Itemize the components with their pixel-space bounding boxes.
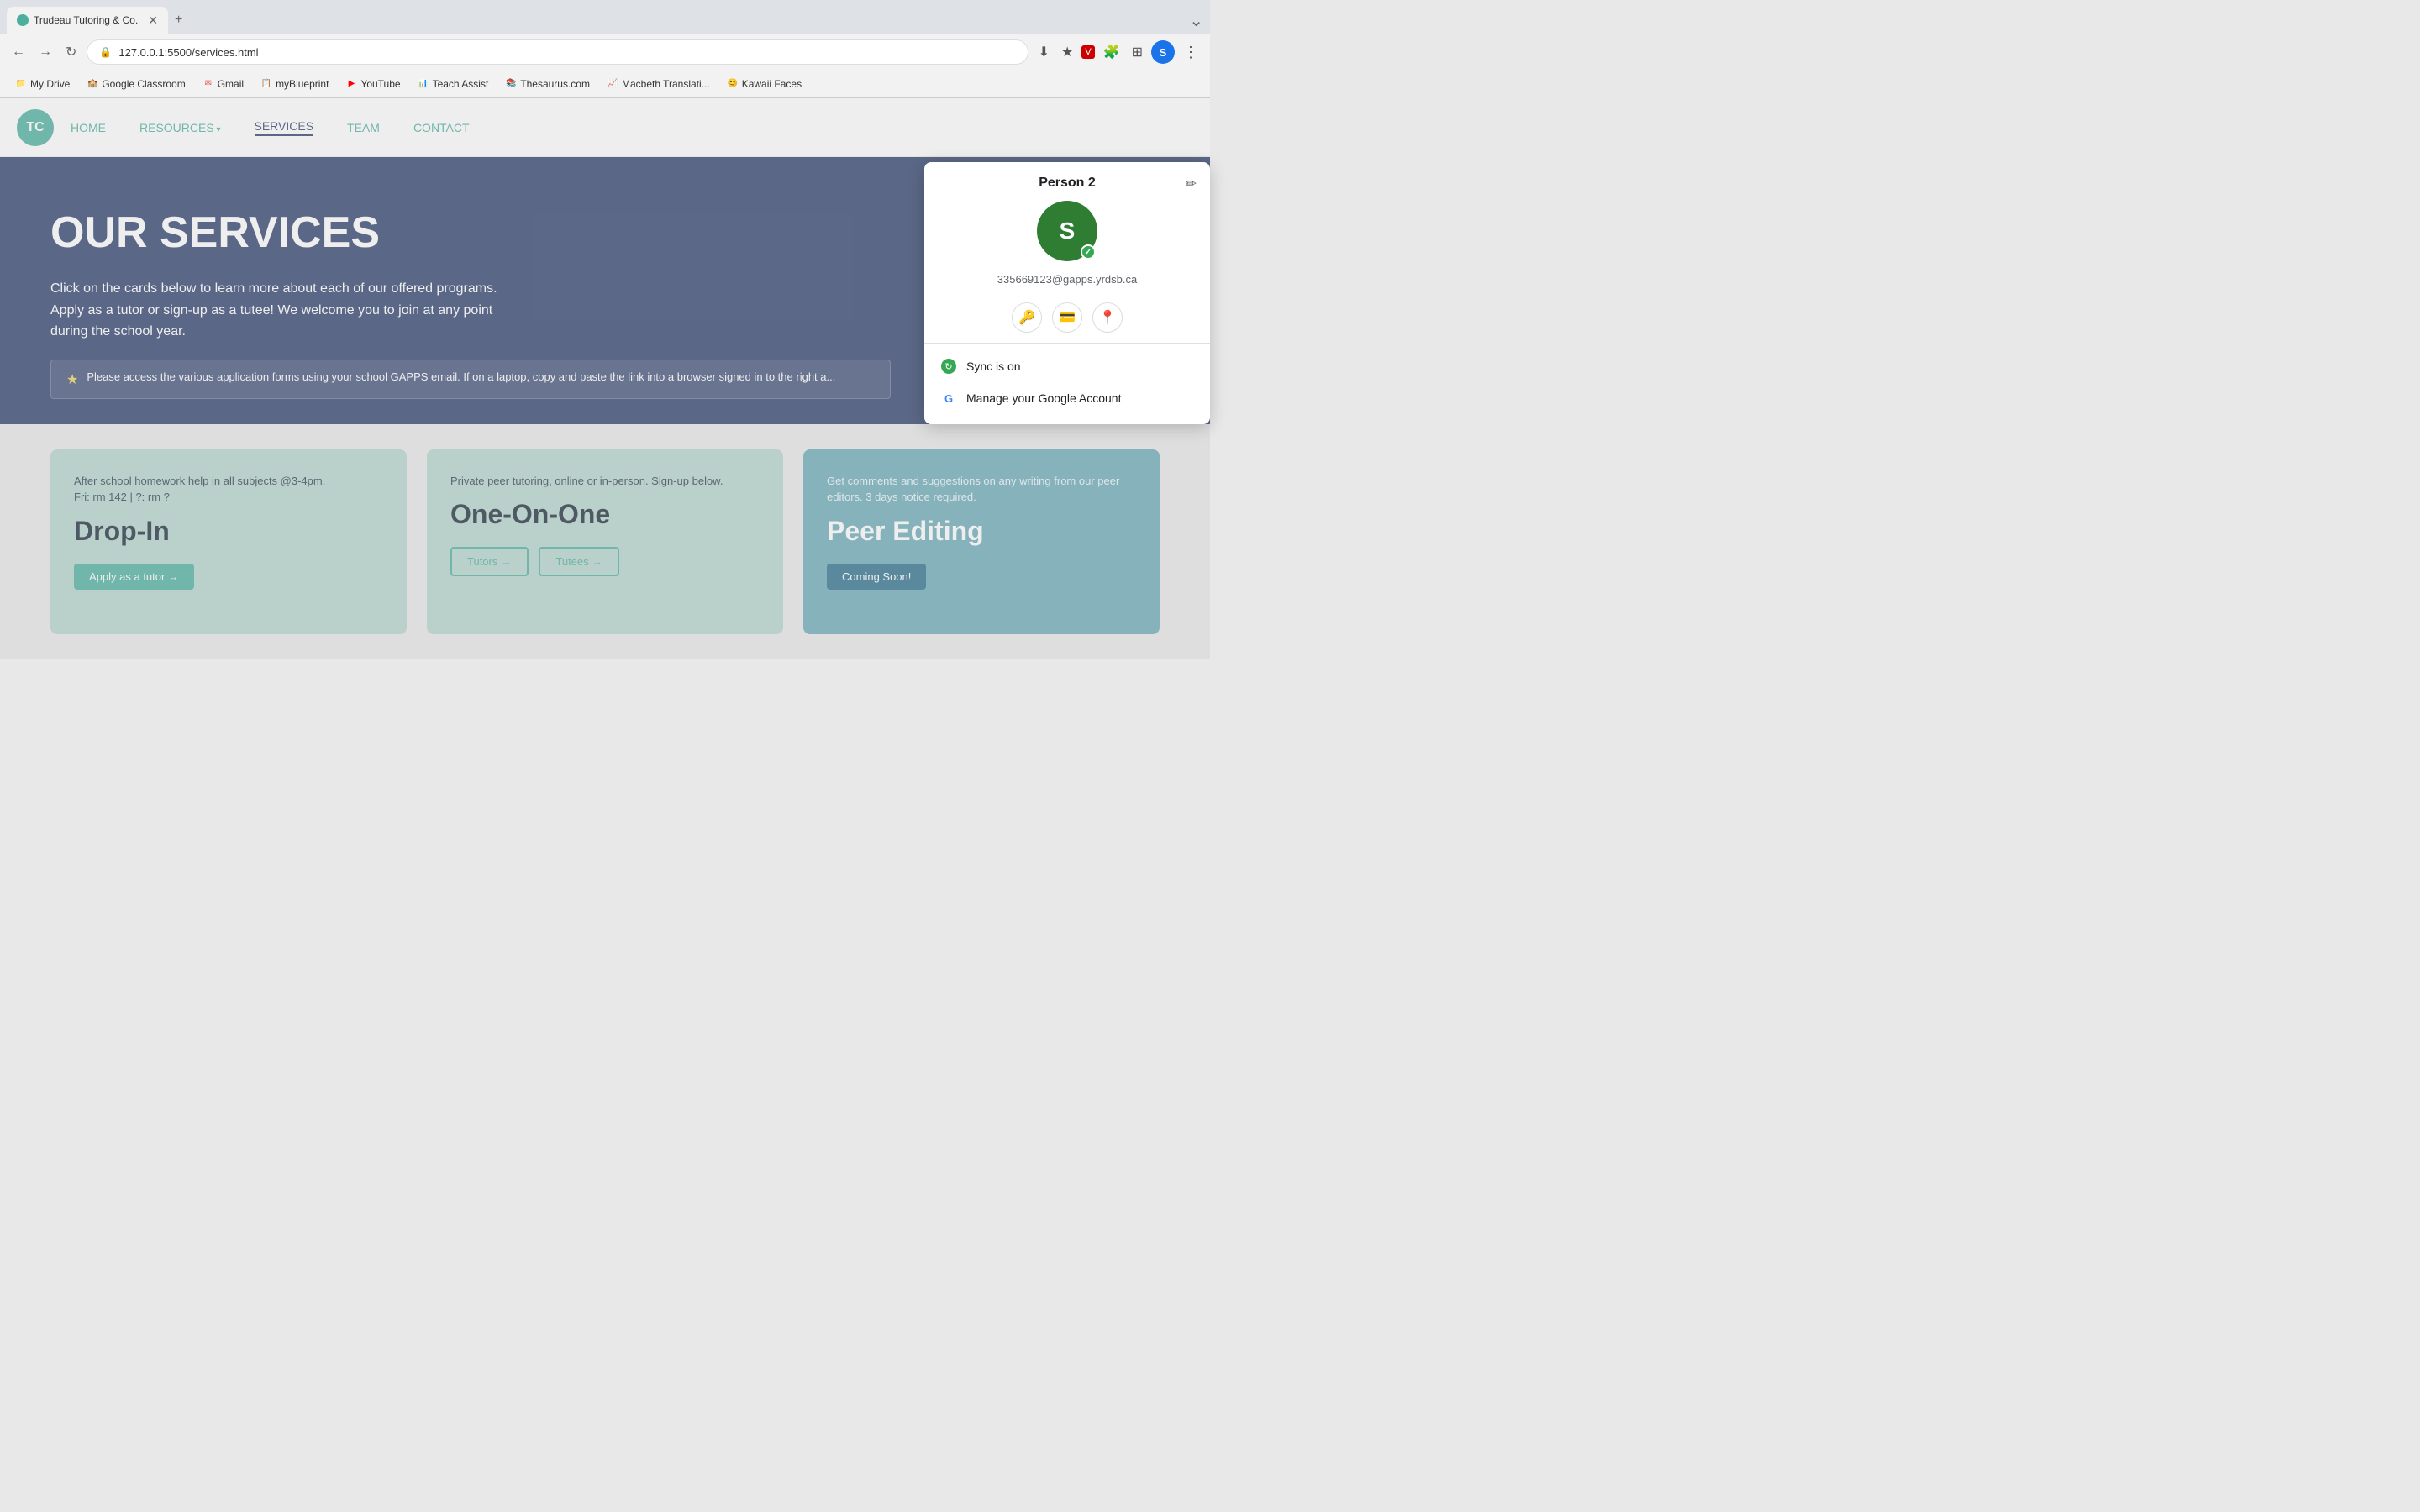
new-tab-button[interactable]: +	[168, 9, 189, 31]
active-tab[interactable]: Trudeau Tutoring & Co. ✕	[7, 7, 168, 34]
browser-minimize[interactable]: ⌄	[1189, 10, 1203, 31]
address-bar-row: ← → ↻ 🔒 127.0.0.1:5500/services.html ⬇ ★…	[0, 34, 1210, 71]
profile-icons-row: 🔑 💳 📍	[924, 296, 1210, 336]
bookmark-myblueprint[interactable]: 📋 myBlueprint	[254, 76, 335, 92]
avatar-sync-badge	[1081, 244, 1096, 260]
download-icon[interactable]: ⬇	[1035, 40, 1053, 64]
address-text: 127.0.0.1:5500/services.html	[118, 46, 258, 59]
sync-label: Sync is on	[966, 360, 1021, 373]
apply-as-tutor-button[interactable]: Apply as a tutor →	[74, 564, 194, 590]
nav-home[interactable]: HOME	[71, 121, 106, 134]
sync-status-item[interactable]: Sync is on	[924, 350, 1210, 382]
profile-dropdown-header: Person 2 S ✏ 335669123@gapps.yrdsb.ca	[924, 162, 1210, 296]
key-icon-button[interactable]: 🔑	[1012, 302, 1042, 333]
forward-button[interactable]: →	[35, 41, 55, 63]
lock-icon: 🔒	[99, 46, 112, 58]
site-nav: TC HOME RESOURCES SERVICES TEAM CONTACT	[0, 98, 1210, 157]
peer-editing-desc: Get comments and suggestions on any writ…	[827, 473, 1136, 506]
back-button[interactable]: ←	[8, 41, 29, 63]
browser-menu-icon[interactable]: ⊞	[1128, 40, 1146, 64]
tab-favicon	[17, 14, 29, 26]
peer-editing-card: Get comments and suggestions on any writ…	[803, 449, 1160, 634]
vimium-icon[interactable]: V	[1081, 45, 1094, 59]
drop-in-card: After school homework help in all subjec…	[50, 449, 407, 634]
star-icon: ★	[66, 371, 78, 388]
nav-services[interactable]: SERVICES	[255, 119, 314, 136]
sync-icon	[941, 359, 956, 374]
bookmark-gmail[interactable]: ✉ Gmail	[196, 76, 250, 92]
one-on-one-card: Private peer tutoring, online or in-pers…	[427, 449, 783, 634]
notice-text: Please access the various application fo…	[87, 370, 835, 383]
bookmark-kawaii[interactable]: 😊 Kawaii Faces	[720, 76, 808, 92]
profile-name: Person 2	[941, 176, 1193, 191]
address-bar[interactable]: 🔒 127.0.0.1:5500/services.html	[87, 39, 1028, 65]
nav-team[interactable]: TEAM	[347, 121, 380, 134]
cards-section: After school homework help in all subjec…	[0, 424, 1210, 659]
tutors-button[interactable]: Tutors →	[450, 547, 529, 576]
bookmarks-bar: 📁 My Drive 🏫 Google Classroom ✉ Gmail 📋 …	[0, 71, 1210, 97]
bookmark-star-icon[interactable]: ★	[1058, 40, 1076, 64]
google-g-icon: G	[941, 391, 956, 406]
browser-options-icon[interactable]: ⋮	[1180, 40, 1202, 65]
youtube-icon: ▶	[345, 78, 357, 90]
profile-dropdown: Person 2 S ✏ 335669123@gapps.yrdsb.ca 🔑 …	[924, 162, 1210, 424]
kawaii-icon: 😊	[727, 78, 739, 90]
logo-text: TC	[26, 120, 44, 135]
nav-contact[interactable]: CONTACT	[413, 121, 470, 134]
profile-avatar-btn[interactable]: S	[1151, 40, 1175, 64]
location-icon-button[interactable]: 📍	[1092, 302, 1123, 333]
macbeth-icon: 📈	[607, 78, 618, 90]
site-logo: TC	[17, 109, 54, 146]
extensions-icon[interactable]: 🧩	[1100, 40, 1123, 64]
hero-description: Click on the cards below to learn more a…	[50, 278, 622, 343]
gmail-icon: ✉	[203, 78, 214, 90]
tutees-button[interactable]: Tutees →	[539, 547, 619, 576]
bookmark-google-classroom[interactable]: 🏫 Google Classroom	[80, 76, 192, 92]
reload-button[interactable]: ↻	[62, 40, 80, 64]
nav-resources[interactable]: RESOURCES	[139, 121, 221, 134]
bookmark-my-drive[interactable]: 📁 My Drive	[8, 76, 76, 92]
bookmark-thesaurus[interactable]: 📚 Thesaurus.com	[498, 76, 597, 92]
tab-bar: Trudeau Tutoring & Co. ✕ + ⌄	[0, 0, 1210, 34]
bookmark-teach-assist[interactable]: 📊 Teach Assist	[411, 76, 496, 92]
manage-account-label: Manage your Google Account	[966, 391, 1121, 405]
manage-account-item[interactable]: G Manage your Google Account	[924, 382, 1210, 414]
profile-avatar-letter: S	[1060, 218, 1076, 244]
myblueprint-icon: 📋	[260, 78, 272, 90]
tab-close-btn[interactable]: ✕	[148, 13, 158, 28]
thesaurus-icon: 📚	[505, 78, 517, 90]
one-on-one-title: One-On-One	[450, 499, 760, 530]
bookmark-macbeth[interactable]: 📈 Macbeth Translati...	[600, 76, 717, 92]
edit-profile-button[interactable]: ✏	[1186, 176, 1197, 192]
toolbar-icons: ⬇ ★ V 🧩 ⊞ S ⋮	[1035, 40, 1202, 65]
website-content: TC HOME RESOURCES SERVICES TEAM CONTACT …	[0, 98, 1210, 659]
my-drive-icon: 📁	[15, 78, 27, 90]
drop-in-desc: After school homework help in all subjec…	[74, 473, 383, 506]
profile-big-avatar: S	[1037, 201, 1097, 261]
profile-email: 335669123@gapps.yrdsb.ca	[941, 273, 1193, 286]
card-icon-button[interactable]: 💳	[1052, 302, 1082, 333]
teach-assist-icon: 📊	[418, 78, 429, 90]
bookmark-youtube[interactable]: ▶ YouTube	[339, 76, 407, 92]
coming-soon-button[interactable]: Coming Soon!	[827, 564, 926, 590]
google-classroom-icon: 🏫	[87, 78, 98, 90]
one-on-one-desc: Private peer tutoring, online or in-pers…	[450, 473, 760, 490]
peer-editing-title: Peer Editing	[827, 516, 1136, 547]
browser-chrome: Trudeau Tutoring & Co. ✕ + ⌄ ← → ↻ 🔒 127…	[0, 0, 1210, 98]
notice-bar: ★ Please access the various application …	[50, 360, 891, 399]
drop-in-title: Drop-In	[74, 516, 383, 547]
tab-title: Trudeau Tutoring & Co.	[34, 14, 138, 26]
site-nav-links: HOME RESOURCES SERVICES TEAM CONTACT	[71, 119, 470, 136]
